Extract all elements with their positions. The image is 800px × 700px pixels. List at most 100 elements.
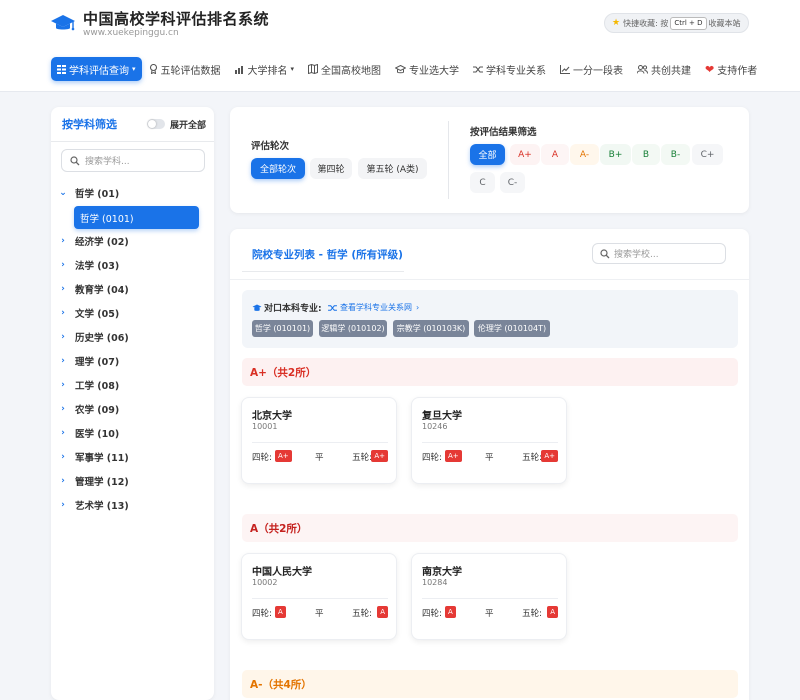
- sidebar-item-medicine[interactable]: › 医学 (10): [51, 423, 119, 443]
- trend-label: 平: [485, 453, 494, 463]
- result-c-button[interactable]: C: [470, 172, 495, 193]
- major-tag[interactable]: 哲学 (010101): [252, 320, 313, 337]
- nav-major-to-university[interactable]: 专业选大学: [388, 57, 466, 81]
- university-card[interactable]: 复旦大学 10246 四轮: A+ 平 五轮: A+: [411, 397, 567, 484]
- chevron-right-icon: ›: [416, 303, 420, 312]
- nav-label: 五轮评估数据: [160, 65, 221, 77]
- university-card[interactable]: 中国人民大学 10002 四轮: A 平 五轮: A: [241, 553, 397, 640]
- round-5-button[interactable]: 第五轮 (A类): [358, 158, 427, 179]
- result-b-button[interactable]: B: [632, 144, 660, 165]
- round4-grade-badge: A+: [445, 450, 462, 462]
- nav-label: 专业选大学: [409, 65, 460, 77]
- divider: [448, 121, 449, 199]
- sidebar-item-label: 哲学 (01): [75, 189, 120, 200]
- result-b-minus-button[interactable]: B-: [661, 144, 690, 165]
- chevron-down-icon: ▾: [132, 65, 136, 73]
- nav-co-create[interactable]: 共创共建: [630, 57, 698, 81]
- result-a-minus-button[interactable]: A-: [570, 144, 599, 165]
- major-tag[interactable]: 伦理学 (010104T): [474, 320, 550, 337]
- result-c-minus-button[interactable]: C-: [500, 172, 525, 193]
- sidebar-title: 按学科筛选: [62, 118, 117, 131]
- grade-group-header-a-minus: A-（共4所）: [242, 670, 738, 698]
- relation-network-link[interactable]: 查看学科专业关系网 ›: [328, 302, 419, 313]
- chevron-right-icon: ›: [61, 284, 65, 294]
- expand-all-toggle[interactable]: [147, 119, 165, 129]
- search-icon: [600, 248, 610, 258]
- sidebar-item-economics[interactable]: › 经济学 (02): [51, 231, 129, 251]
- sidebar-item-agriculture[interactable]: › 农学 (09): [51, 399, 119, 419]
- sidebar-item-education[interactable]: › 教育学 (04): [51, 279, 129, 299]
- chevron-right-icon: ›: [61, 332, 65, 342]
- divider: [252, 442, 388, 443]
- sidebar-item-science[interactable]: › 理学 (07): [51, 351, 119, 371]
- round4-grade-badge: A: [445, 606, 456, 618]
- sidebar-item-literature[interactable]: › 文学 (05): [51, 303, 119, 323]
- round-all-button[interactable]: 全部轮次: [251, 158, 305, 179]
- nav-support-author[interactable]: ❤ 支持作者: [698, 57, 764, 81]
- shuffle-icon: [328, 304, 337, 311]
- round-filter-label: 评估轮次: [251, 141, 290, 152]
- list-title: 院校专业列表 - 哲学 (所有评级): [252, 249, 403, 261]
- sidebar-item-history[interactable]: › 历史学 (06): [51, 327, 129, 347]
- round5-label: 五轮:: [522, 453, 542, 463]
- university-card[interactable]: 北京大学 10001 四轮: A+ 平 五轮: A+: [241, 397, 397, 484]
- nav-subject-major-relation[interactable]: 学科专业关系: [466, 57, 553, 81]
- divider: [242, 271, 404, 272]
- site-title[interactable]: 中国高校学科评估排名系统: [83, 8, 269, 29]
- divider: [252, 598, 388, 599]
- close-icon[interactable]: ×: [732, 18, 740, 28]
- sidebar-item-military[interactable]: › 军事学 (11): [51, 447, 129, 467]
- university-code: 10284: [422, 578, 448, 587]
- nav-university-map[interactable]: 全国高校地图: [301, 57, 388, 81]
- sidebar-item-law[interactable]: › 法学 (03): [51, 255, 119, 275]
- round4-label: 四轮:: [422, 609, 442, 619]
- sidebar-item-management[interactable]: › 管理学 (12): [51, 471, 129, 491]
- sidebar-item-arts[interactable]: › 艺术学 (13): [51, 495, 129, 515]
- site-url: www.xuekepinggu.cn: [83, 28, 179, 38]
- filter-panel: 评估轮次 全部轮次 第四轮 第五轮 (A类) 按评估结果筛选 全部 A+ A A…: [230, 107, 749, 213]
- nav-score-table[interactable]: 一分一段表: [553, 57, 630, 81]
- result-a-plus-button[interactable]: A+: [510, 144, 540, 165]
- result-b-plus-button[interactable]: B+: [600, 144, 631, 165]
- university-name: 北京大学: [252, 411, 292, 422]
- result-c-plus-button[interactable]: C+: [692, 144, 723, 165]
- bar-chart-icon: [234, 65, 243, 74]
- bookmark-prefix: 快捷收藏: 按: [623, 18, 669, 28]
- sidebar-item-label: 理学 (07): [75, 357, 120, 368]
- sidebar-item-philosophy[interactable]: ⌄ 哲学 (01): [51, 183, 119, 203]
- sidebar-subitem-philosophy-0101[interactable]: 哲学 (0101): [74, 206, 199, 229]
- grade-group-header-a-plus: A+（共2所）: [242, 358, 738, 386]
- nav-label: 学科评估查询: [69, 65, 129, 77]
- divider: [422, 442, 558, 443]
- subject-search-input[interactable]: 搜索学科...: [61, 149, 205, 172]
- university-code: 10246: [422, 422, 448, 431]
- round4-label: 四轮:: [422, 453, 442, 463]
- subject-sidebar: 按学科筛选 展开全部 搜索学科... ⌄ 哲学 (01) 哲学 (0101) › 经…: [51, 107, 214, 700]
- grade-group-header-a: A（共2所）: [242, 514, 738, 542]
- major-tag[interactable]: 宗教学 (010103K): [393, 320, 469, 337]
- nav-subject-query[interactable]: 学科评估查询 ▾: [51, 57, 142, 81]
- university-name: 复旦大学: [422, 411, 462, 422]
- sidebar-item-label: 教育学 (04): [75, 285, 129, 296]
- expand-all-label[interactable]: 展开全部: [170, 118, 206, 131]
- result-all-button[interactable]: 全部: [470, 144, 505, 165]
- university-name: 南京大学: [422, 567, 462, 578]
- graduation-cap-logo-icon[interactable]: [50, 10, 76, 36]
- nav-five-rounds[interactable]: 五轮评估数据: [142, 57, 228, 81]
- school-search-input[interactable]: 搜索学校...: [592, 243, 726, 264]
- result-a-button[interactable]: A: [541, 144, 569, 165]
- map-icon: [308, 64, 319, 74]
- round4-label: 四轮:: [252, 453, 272, 463]
- nav-label: 学科专业关系: [486, 65, 547, 77]
- chevron-right-icon: ›: [61, 500, 65, 510]
- nav-university-ranking[interactable]: 大学排名 ▾: [228, 57, 302, 81]
- sidebar-item-engineering[interactable]: › 工学 (08): [51, 375, 119, 395]
- graduation-cap-icon: [252, 303, 262, 311]
- nav-label: 全国高校地图: [321, 65, 382, 77]
- major-tag[interactable]: 逻辑学 (010102): [319, 320, 387, 337]
- sidebar-item-label: 农学 (09): [75, 405, 120, 416]
- heart-icon: ❤: [705, 62, 715, 76]
- round-4-button[interactable]: 第四轮: [310, 158, 352, 179]
- university-card[interactable]: 南京大学 10284 四轮: A 平 五轮: A: [411, 553, 567, 640]
- round4-grade-badge: A: [275, 606, 286, 618]
